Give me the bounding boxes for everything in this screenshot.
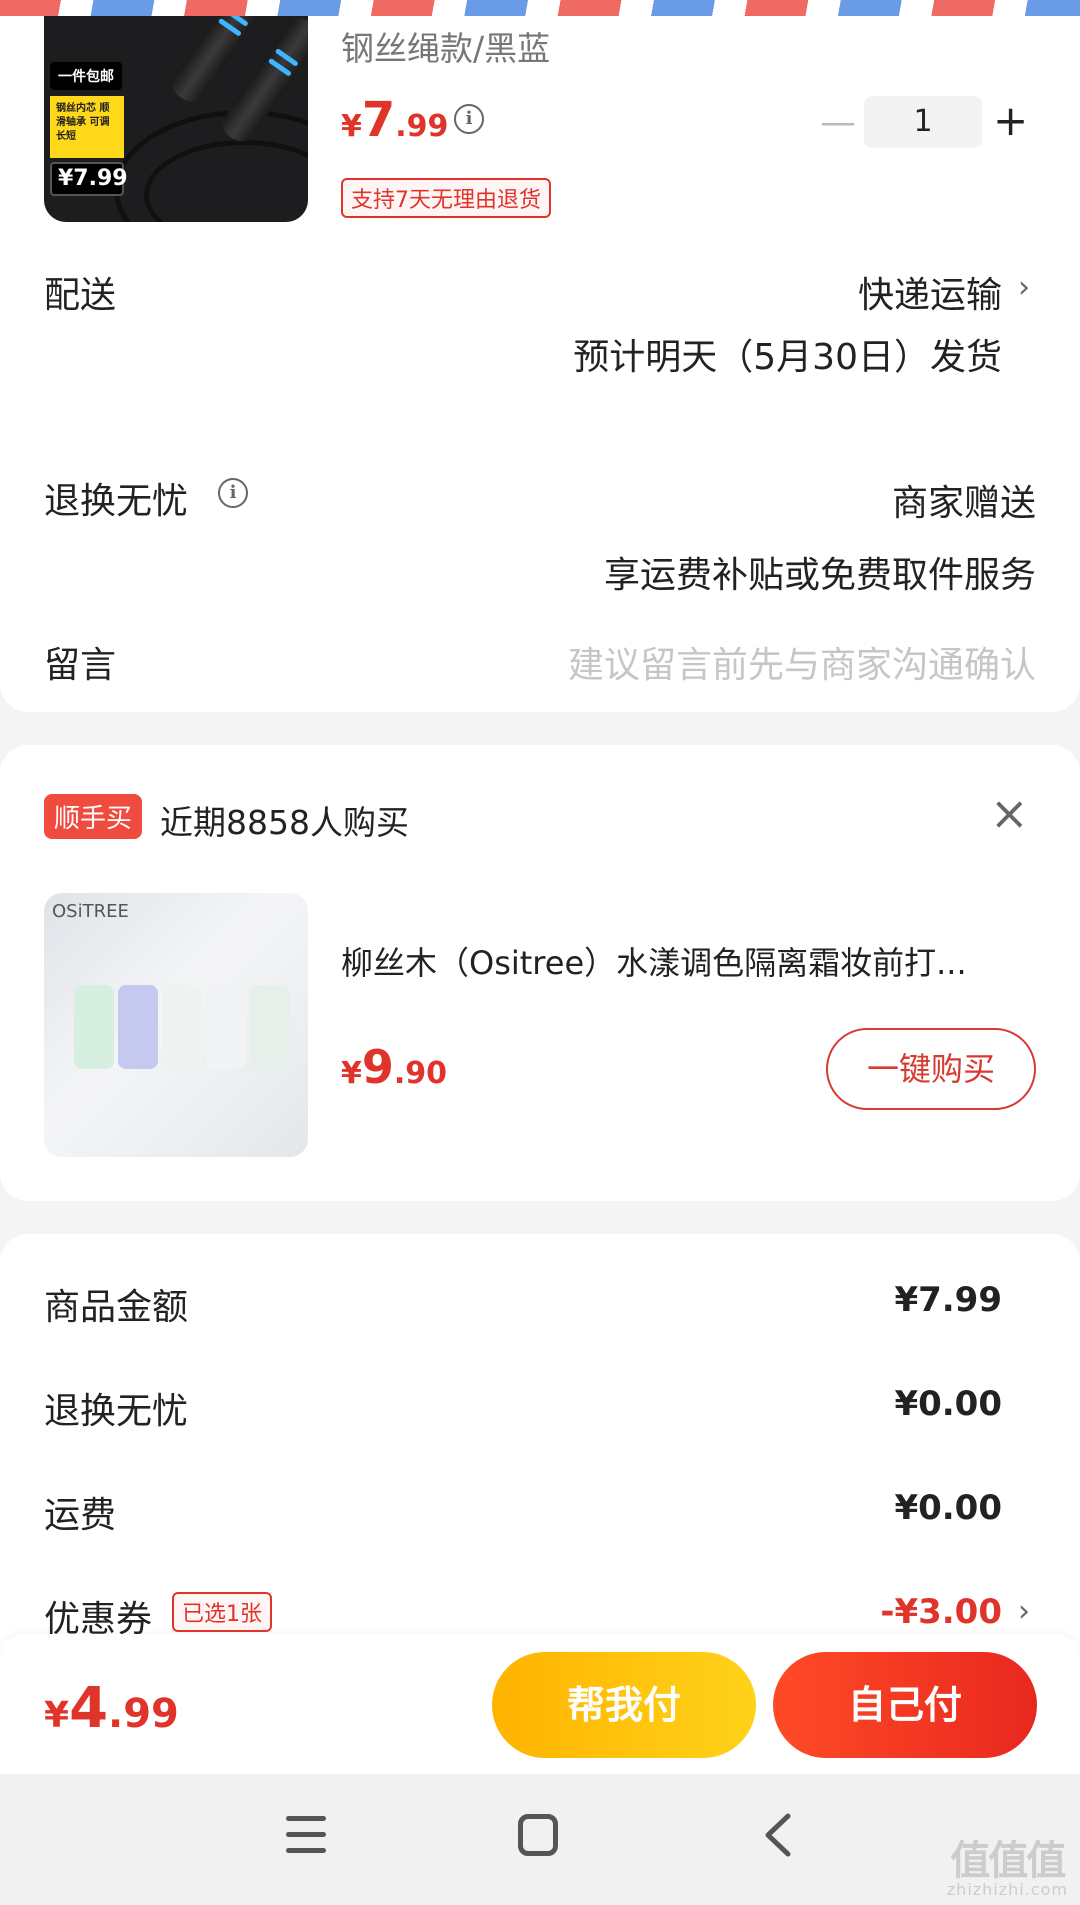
item-price: ¥7.99 [341, 92, 448, 148]
tube-decor [250, 985, 290, 1069]
chevron-right-icon[interactable]: › [1018, 270, 1030, 305]
image-brand: OSiTREE [52, 901, 129, 922]
coupon-value[interactable]: -¥3.00 [880, 1592, 1002, 1632]
return-service-fee-value: ¥0.00 [894, 1384, 1002, 1424]
upsell-product-image[interactable]: OSiTREE [44, 893, 308, 1157]
recent-buyers: 近期8858人购买 [160, 803, 409, 842]
return-policy-tag: 支持7天无理由退货 [341, 178, 551, 218]
delivery-label: 配送 [44, 275, 117, 316]
upsell-price: ¥9.90 [341, 1040, 447, 1094]
info-icon[interactable]: i [218, 478, 248, 508]
upsell-product-title[interactable]: 柳丝木（Ositree）水漾调色隔离霜妆前打... [341, 938, 1021, 984]
airmail-border [0, 0, 1080, 16]
total-price: ¥4.99 [44, 1676, 179, 1741]
tube-decor [162, 985, 202, 1069]
tube-decor [206, 985, 246, 1069]
watermark-main: 值值值 [950, 1838, 1066, 1884]
delivery-method[interactable]: 快递运输 [858, 266, 1002, 318]
shipping-label: 运费 [44, 1495, 117, 1536]
watermark: 值值值 zhizhizhi.com [947, 1828, 1068, 1899]
coupon-selected-tag: 已选1张 [172, 1592, 272, 1632]
goods-amount-value: ¥7.99 [894, 1280, 1002, 1320]
price-symbol: ¥ [341, 1056, 362, 1091]
pay-myself-button[interactable]: 自己付 [773, 1652, 1037, 1758]
watermark-sub: zhizhizhi.com [946, 1880, 1068, 1899]
help-me-pay-button[interactable]: 帮我付 [492, 1652, 756, 1758]
image-badge: 一件包邮 [50, 62, 122, 90]
return-service-desc: 享运费补贴或免费取件服务 [603, 555, 1036, 596]
quantity-field[interactable]: 1 [864, 96, 982, 148]
decrease-quantity-button[interactable]: — [820, 102, 856, 143]
tube-decor [74, 985, 114, 1069]
return-service-label: 退换无忧 [44, 481, 189, 522]
message-label: 留言 [44, 645, 117, 686]
price-symbol: ¥ [341, 109, 362, 144]
price-dec: .90 [393, 1056, 448, 1091]
price-symbol: ¥ [44, 1695, 70, 1736]
image-price: ¥7.99 [50, 162, 128, 196]
increase-quantity-button[interactable]: + [993, 96, 1028, 145]
tube-decor [118, 985, 158, 1069]
product-variant: 钢丝绳款/黑蓝 [341, 29, 551, 68]
image-features: 钢丝内芯 顺滑轴承 可调长短 [50, 96, 124, 158]
info-icon[interactable]: i [454, 104, 484, 134]
upsell-badge: 顺手买 [44, 794, 143, 839]
price-dec: .99 [108, 1691, 179, 1737]
price-int: 7 [361, 92, 396, 148]
product-image[interactable]: 一件包邮 钢丝内芯 顺滑轴承 可调长短 ¥7.99 [44, 0, 308, 222]
one-click-buy-button[interactable]: 一键购买 [826, 1028, 1036, 1110]
shipping-value: ¥0.00 [894, 1488, 1002, 1528]
price-int: 9 [361, 1040, 394, 1094]
delivery-eta: 预计明天（5月30日）发货 [573, 337, 1002, 378]
return-service-fee-label: 退换无忧 [44, 1391, 189, 1432]
goods-amount-label: 商品金额 [44, 1287, 189, 1328]
chevron-right-icon[interactable]: › [1018, 1594, 1030, 1629]
home-icon[interactable] [518, 1814, 558, 1856]
back-icon[interactable] [758, 1810, 798, 1860]
price-dec: .99 [395, 109, 449, 144]
recent-apps-icon[interactable] [286, 1816, 326, 1854]
price-int: 4 [69, 1676, 109, 1741]
close-icon[interactable]: × [990, 790, 1029, 836]
return-service-value: 商家赠送 [891, 483, 1036, 524]
message-input[interactable]: 建议留言前先与商家沟通确认 [568, 636, 1036, 688]
